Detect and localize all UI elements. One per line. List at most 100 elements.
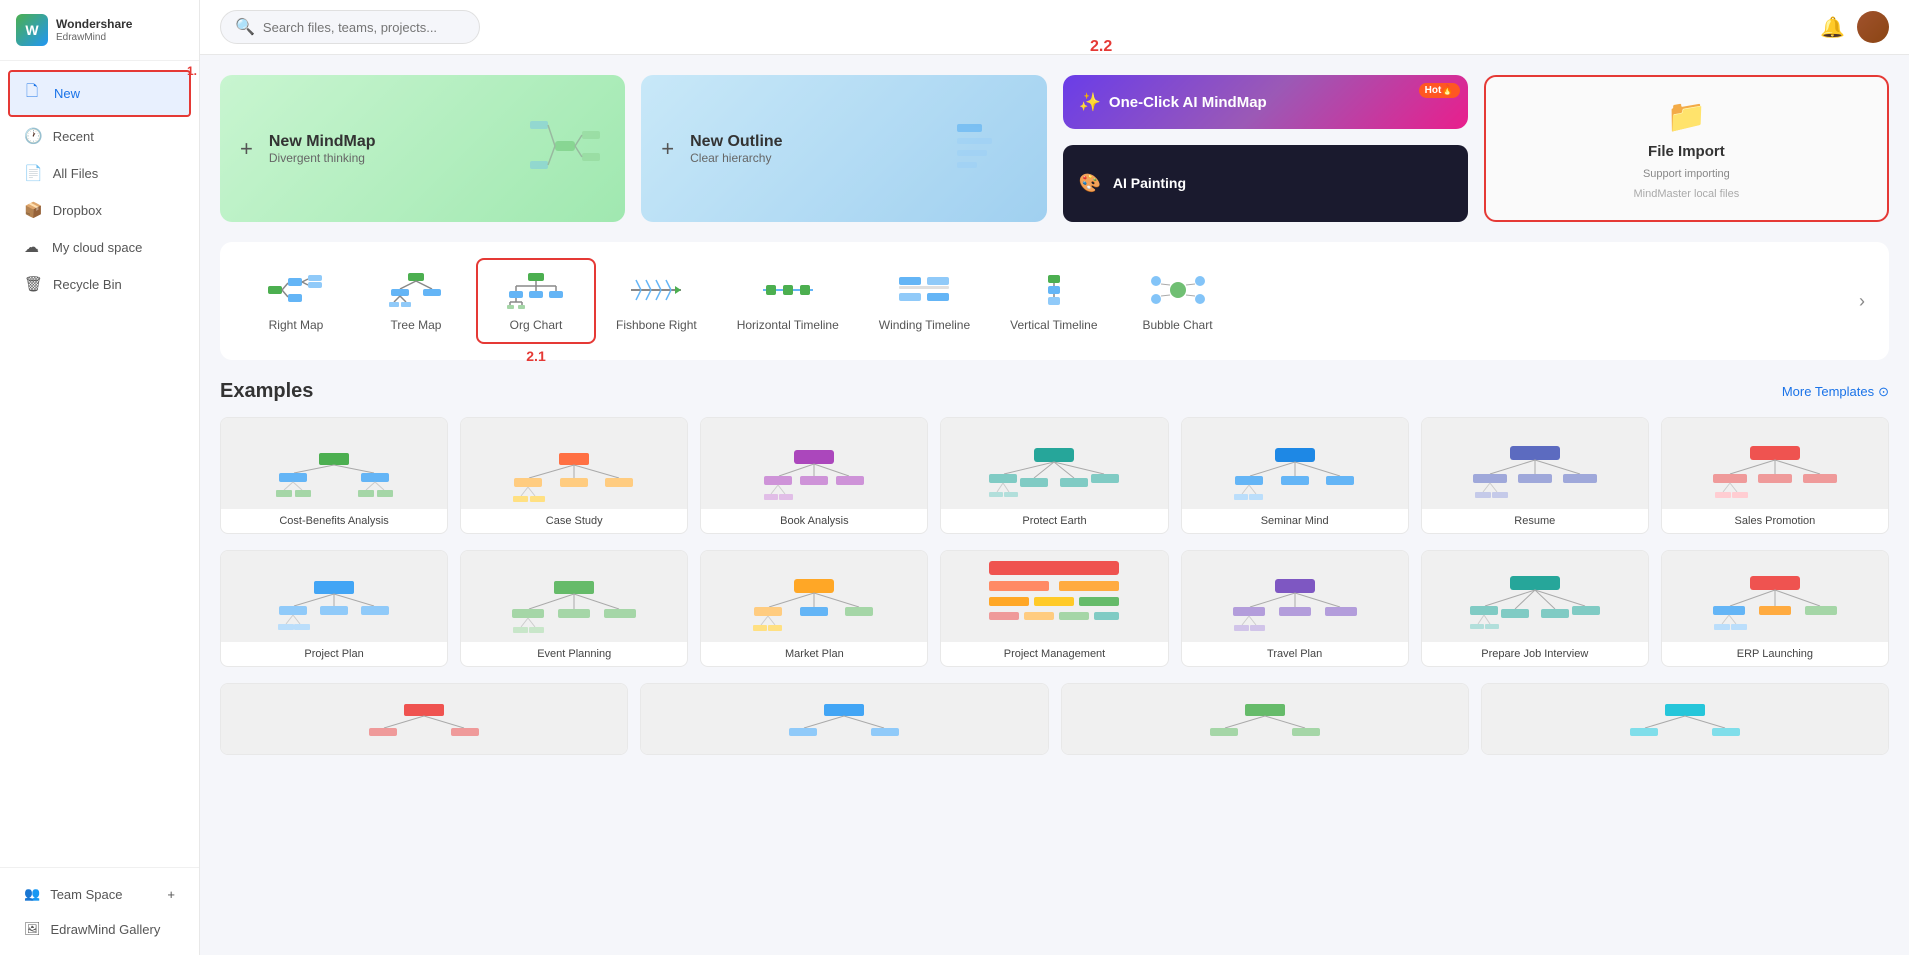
sidebar-label-new: New: [54, 86, 80, 101]
new-mindmap-text: New MindMap Divergent thinking: [269, 133, 376, 165]
map-type-horiz-timeline[interactable]: Horizontal Timeline: [717, 260, 859, 342]
sidebar: W Wondershare EdrawMind 🗋 New 1. 🕐 Recen…: [0, 0, 200, 955]
example-book-analysis[interactable]: Book Analysis: [700, 417, 928, 534]
erp-launching-thumb: [1662, 551, 1888, 641]
gallery-label: EdrawMind Gallery: [51, 922, 161, 937]
sidebar-label-dropbox: Dropbox: [53, 203, 102, 218]
map-types-next-arrow[interactable]: ›: [1851, 283, 1873, 320]
market-plan-thumb: [701, 551, 927, 641]
bubble-chart-label: Bubble Chart: [1142, 318, 1212, 332]
winding-timeline-label: Winding Timeline: [879, 318, 970, 332]
ai-painting-card[interactable]: 🎨 AI Painting: [1063, 145, 1468, 223]
map-type-right-map[interactable]: Right Map: [236, 260, 356, 342]
tree-map-label: Tree Map: [391, 318, 442, 332]
case-study-label: Case Study: [461, 508, 687, 533]
protect-earth-thumb: [941, 418, 1167, 508]
example-row3-4[interactable]: [1481, 683, 1889, 755]
avatar[interactable]: [1857, 11, 1889, 43]
search-input[interactable]: [263, 20, 465, 35]
fishbone-label: Fishbone Right: [616, 318, 697, 332]
more-templates-link[interactable]: More Templates ⊙: [1782, 384, 1889, 400]
map-type-fishbone[interactable]: Fishbone Right: [596, 260, 717, 342]
travel-plan-thumb: [1182, 551, 1408, 641]
example-prepare-job-interview[interactable]: Prepare Job Interview: [1421, 550, 1649, 667]
ai-cards-column: ✨ One-Click AI MindMap Hot🔥 🎨 AI Paintin…: [1063, 75, 1468, 222]
sidebar-item-recent[interactable]: 🕐 Recent: [8, 118, 191, 154]
teamspace-label: Team Space: [50, 887, 122, 902]
sidebar-item-gallery[interactable]: 🖼 EdrawMind Gallery: [8, 912, 191, 946]
example-row3-3[interactable]: [1061, 683, 1469, 755]
header-right: 🔔: [1820, 11, 1889, 43]
sidebar-label-recent: Recent: [53, 129, 94, 144]
search-bar[interactable]: 🔍: [220, 10, 480, 44]
sales-promotion-label: Sales Promotion: [1662, 508, 1888, 533]
hot-badge: Hot🔥: [1419, 83, 1460, 98]
horiz-timeline-label: Horizontal Timeline: [737, 318, 839, 332]
example-resume[interactable]: Resume: [1421, 417, 1649, 534]
travel-plan-label: Travel Plan: [1182, 641, 1408, 666]
example-row3-2[interactable]: [640, 683, 1048, 755]
marker-1: 1.: [187, 64, 197, 78]
allfiles-icon: 📄: [24, 164, 43, 182]
example-cost-benefits[interactable]: Cost-Benefits Analysis: [220, 417, 448, 534]
recent-icon: 🕐: [24, 127, 43, 145]
erp-launching-label: ERP Launching: [1662, 641, 1888, 666]
resume-thumb: [1422, 418, 1648, 508]
example-project-management[interactable]: Project Management: [940, 550, 1168, 667]
sidebar-item-allfiles[interactable]: 📄 All Files: [8, 155, 191, 191]
file-import-subtitle: Support importing: [1643, 168, 1730, 180]
notification-icon[interactable]: 🔔: [1820, 15, 1845, 40]
new-outline-subtitle: Clear hierarchy: [690, 151, 782, 165]
example-travel-plan[interactable]: Travel Plan: [1181, 550, 1409, 667]
map-type-org-chart[interactable]: Org Chart 2.1: [476, 258, 596, 344]
map-type-tree-map[interactable]: Tree Map: [356, 260, 476, 342]
map-type-bubble-chart[interactable]: Bubble Chart: [1118, 260, 1238, 342]
org-chart-icon: [506, 270, 566, 310]
teamspace-left: 👥 Team Space: [24, 886, 122, 902]
sidebar-item-teamspace[interactable]: 👥 Team Space +: [8, 877, 191, 911]
new-mindmap-icon: +: [240, 136, 253, 162]
one-click-ai-card[interactable]: ✨ One-Click AI MindMap Hot🔥: [1063, 75, 1468, 129]
new-outline-title: New Outline: [690, 133, 782, 151]
sidebar-item-new[interactable]: 🗋 New 1.: [8, 70, 191, 117]
example-market-plan[interactable]: Market Plan: [700, 550, 928, 667]
vert-timeline-icon: [1024, 270, 1084, 310]
file-import-card[interactable]: 📁 File Import Support importing MindMast…: [1484, 75, 1889, 222]
example-erp-launching[interactable]: ERP Launching: [1661, 550, 1889, 667]
example-row3-1[interactable]: [220, 683, 628, 755]
map-type-vert-timeline[interactable]: Vertical Timeline: [990, 260, 1117, 342]
event-planning-thumb: [461, 551, 687, 641]
examples-header: Examples More Templates ⊙: [220, 380, 1889, 403]
new-outline-card[interactable]: + New Outline Clear hierarchy: [641, 75, 1046, 222]
example-project-plan[interactable]: Project Plan: [220, 550, 448, 667]
new-mindmap-card[interactable]: + New MindMap Divergent thinking: [220, 75, 625, 222]
sidebar-label-recycle: Recycle Bin: [53, 277, 122, 292]
avatar-img: [1857, 11, 1889, 43]
winding-timeline-icon: [894, 270, 954, 310]
org-chart-label: Org Chart: [510, 318, 563, 332]
example-seminar-mind[interactable]: Seminar Mind: [1181, 417, 1409, 534]
prepare-job-interview-label: Prepare Job Interview: [1422, 641, 1648, 666]
row3-3-thumb: [1062, 684, 1468, 754]
example-event-planning[interactable]: Event Planning: [460, 550, 688, 667]
sidebar-item-recycle[interactable]: 🗑 Recycle Bin: [8, 266, 191, 302]
protect-earth-label: Protect Earth: [941, 508, 1167, 533]
horiz-timeline-icon: [758, 270, 818, 310]
ai-mindmap-title: One-Click AI MindMap: [1109, 94, 1267, 111]
sidebar-item-mycloud[interactable]: ☁ My cloud space: [8, 229, 191, 265]
right-map-label: Right Map: [269, 318, 324, 332]
resume-label: Resume: [1422, 508, 1648, 533]
example-case-study[interactable]: Case Study: [460, 417, 688, 534]
example-protect-earth[interactable]: Protect Earth: [940, 417, 1168, 534]
example-sales-promotion[interactable]: Sales Promotion: [1661, 417, 1889, 534]
teamspace-add-icon[interactable]: +: [167, 887, 175, 902]
sidebar-item-dropbox[interactable]: 📦 Dropbox: [8, 192, 191, 228]
examples-row2: Project Plan: [220, 550, 1889, 667]
marker-21: 2.1: [526, 348, 545, 364]
book-analysis-label: Book Analysis: [701, 508, 927, 533]
project-plan-thumb: [221, 551, 447, 641]
ai-painting-title: AI Painting: [1113, 175, 1186, 191]
book-analysis-thumb: [701, 418, 927, 508]
map-type-winding-timeline[interactable]: Winding Timeline: [859, 260, 990, 342]
top-templates: + New MindMap Divergent thinking: [220, 75, 1889, 222]
